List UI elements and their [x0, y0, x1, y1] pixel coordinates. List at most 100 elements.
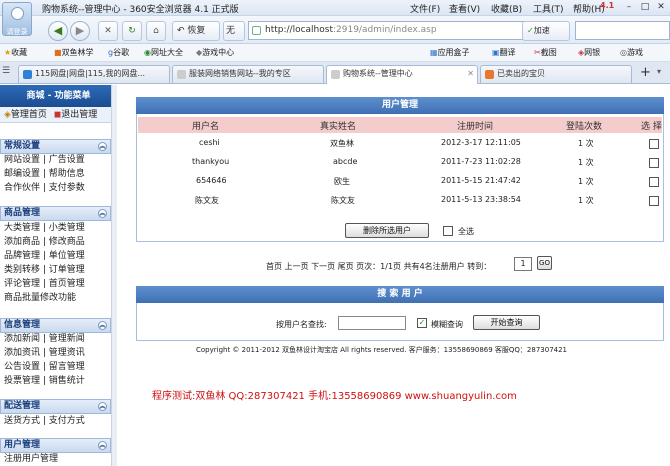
copyright-text: Copyright © 2011-2012 双鱼林设计淘宝店 All right… — [196, 346, 568, 354]
sidebar-item[interactable]: 网站设置 | 广告设置 — [0, 153, 111, 167]
group-info-items: 添加新闻 | 管理新闻 添加资讯 | 管理资讯 公告设置 | 留言管理 投票管理… — [0, 332, 111, 388]
sidebar-item[interactable]: 添加资讯 | 管理资讯 — [0, 346, 111, 360]
group-products[interactable]: 商品管理 ︽ — [0, 206, 111, 221]
menu-view[interactable]: 查看(V) — [449, 2, 480, 15]
tab-label: 115网盘|网盘|115,我的网盘... — [35, 69, 146, 78]
col-username: 用户名 — [192, 122, 220, 132]
accelerate-button[interactable]: ✓加速 — [522, 21, 570, 41]
row-checkbox[interactable] — [649, 196, 659, 206]
menu-favorites[interactable]: 收藏(B) — [491, 2, 522, 15]
logout-link[interactable]: 退出管理 — [61, 110, 97, 120]
maximize-icon[interactable]: □ — [638, 1, 652, 13]
menu-tools[interactable]: 工具(T) — [533, 2, 564, 15]
bookmark-games[interactable]: ◆游戏中心 — [196, 47, 234, 58]
undo-close-button[interactable]: ↶ 恢复 — [172, 21, 220, 41]
page-input[interactable]: 1 — [514, 257, 532, 271]
bookmark-sites[interactable]: ◉网址大全 — [144, 47, 183, 58]
admin-home-link[interactable]: 管理首页 — [11, 110, 47, 120]
sidebar-item[interactable]: 添加商品 | 修改商品 — [0, 235, 111, 249]
translate[interactable]: ▣翻译 — [492, 47, 516, 58]
sidebar-item[interactable]: 投票管理 | 销售统计 — [0, 374, 111, 388]
menu-file[interactable]: 文件(F) — [410, 2, 440, 15]
group-users[interactable]: 用户管理 ︽ — [0, 438, 111, 453]
tab-115[interactable]: 115网盘|网盘|115,我的网盘... — [18, 65, 170, 83]
bookmark-shuangyulin[interactable]: ■双鱼林学 — [54, 47, 94, 58]
bookmark-favorites[interactable]: ★收藏 — [4, 47, 27, 58]
delete-selected-button[interactable]: 删除所选用户 — [345, 223, 429, 238]
group-products-items: 大类管理 | 小类管理 添加商品 | 修改商品 品牌管理 | 单位管理 类别转移… — [0, 221, 111, 305]
fuzzy-search-checkbox[interactable]: ✓ — [417, 318, 427, 328]
group-title: 信息管理 — [4, 320, 41, 330]
screenshot[interactable]: ✂截图 — [534, 47, 557, 58]
row-checkbox[interactable] — [649, 158, 659, 168]
cell-username: thankyou — [192, 157, 230, 166]
forward-icon[interactable]: ▶ — [70, 21, 90, 41]
select-all-checkbox[interactable] — [443, 226, 453, 236]
sidebar-scrollbar[interactable] — [111, 85, 117, 466]
user-avatar[interactable]: 请登录 — [2, 2, 32, 36]
collapse-icon[interactable]: ︽ — [98, 209, 107, 218]
sidebar-item[interactable]: 商品批量修改功能 — [0, 291, 111, 305]
tab-admin[interactable]: 购物系统--管理中心 ✕ — [326, 65, 478, 84]
sidebar-item[interactable]: 送货方式 | 支付方式 — [0, 414, 111, 428]
refresh-icon[interactable]: ↻ — [122, 21, 142, 41]
sidebar-item[interactable]: 合作伙伴 | 支付参数 — [0, 181, 111, 195]
bookmark-label: 双鱼林学 — [61, 48, 94, 57]
group-general-items: 网站设置 | 广告设置 邮编设置 | 帮助信息 合作伙伴 | 支付参数 — [0, 153, 111, 195]
stop-icon[interactable]: ✕ — [98, 21, 118, 41]
collapse-icon[interactable]: ︽ — [98, 402, 107, 411]
cell-time: 2012-3-17 12:11:05 — [441, 138, 521, 147]
cell-username: 陈文友 — [195, 196, 219, 205]
address-bar[interactable]: http://localhost:2919/admin/index.asp — [248, 21, 548, 40]
search-input[interactable] — [575, 21, 670, 40]
bookmark-google[interactable]: g谷歌 — [108, 47, 129, 58]
tab-clothing[interactable]: 服装网络销售网站--我的专区 — [172, 65, 324, 83]
start-search-button[interactable]: 开始查询 — [473, 315, 540, 330]
collapse-icon[interactable]: ︽ — [98, 321, 107, 330]
sidebar-item[interactable]: 大类管理 | 小类管理 — [0, 221, 111, 235]
home-icon[interactable]: ⌂ — [146, 21, 166, 41]
col-realname: 真实姓名 — [320, 122, 357, 132]
netbank[interactable]: ◈网银 — [578, 47, 600, 58]
collapse-icon[interactable]: ︽ — [98, 441, 107, 450]
window-title: 购物系统--管理中心 - 360安全浏览器 4.1 正式版 — [42, 5, 239, 15]
tab-list-icon[interactable]: ☰ — [2, 66, 14, 80]
sidebar-item[interactable]: 邮编设置 | 帮助信息 — [0, 167, 111, 181]
cell-time: 2011-5-13 23:38:54 — [441, 195, 521, 204]
username-search-input[interactable] — [338, 316, 406, 330]
go-button[interactable]: GO — [537, 256, 552, 270]
sidebar-item[interactable]: 品牌管理 | 单位管理 — [0, 249, 111, 263]
row-checkbox[interactable] — [649, 139, 659, 149]
close-window-icon[interactable]: ✕ — [654, 1, 668, 13]
users-panel-title: 用户管理 — [136, 97, 664, 114]
close-tab-icon[interactable]: ✕ — [467, 66, 474, 82]
group-title: 用户管理 — [4, 440, 41, 450]
sidebar-item[interactable]: 类别转移 | 订单管理 — [0, 263, 111, 277]
collapse-icon[interactable]: ︽ — [98, 142, 107, 151]
minimize-icon[interactable]: – — [622, 1, 636, 13]
tab-menu-icon[interactable]: ▾ — [657, 67, 667, 81]
group-delivery[interactable]: 配送管理 ︽ — [0, 399, 111, 414]
sidebar-item[interactable]: 添加新闻 | 管理新闻 — [0, 332, 111, 346]
globe-icon: ◉ — [144, 48, 151, 57]
games-menu[interactable]: ◎游戏 — [620, 47, 643, 58]
tab-favicon — [485, 70, 494, 79]
scissors-icon: ✂ — [534, 48, 541, 57]
fuzzy-search-label: 模糊查询 — [431, 320, 463, 329]
bookmark-label: 应用盒子 — [437, 48, 470, 57]
group-general[interactable]: 常规设置 ︽ — [0, 139, 111, 154]
sidebar-item[interactable]: 注册用户管理 — [0, 452, 111, 466]
cell-logins: 1 次 — [578, 158, 594, 167]
incognito-button[interactable]: 无痕 — [223, 21, 245, 41]
app-box[interactable]: ▦应用盒子 — [430, 47, 470, 58]
tab-favicon — [331, 70, 340, 79]
sidebar-item[interactable]: 评论管理 | 首页管理 — [0, 277, 111, 291]
new-tab-icon[interactable]: + — [640, 65, 653, 81]
row-checkbox[interactable] — [649, 177, 659, 187]
group-info[interactable]: 信息管理 ︽ — [0, 318, 111, 333]
back-icon[interactable]: ◀ — [48, 21, 68, 41]
sidebar-item[interactable]: 公告设置 | 留言管理 — [0, 360, 111, 374]
tab-sold[interactable]: 已卖出的宝贝 — [480, 65, 632, 83]
col-regtime: 注册时间 — [457, 122, 494, 132]
url-path: :2919/admin/index.asp — [332, 25, 437, 35]
